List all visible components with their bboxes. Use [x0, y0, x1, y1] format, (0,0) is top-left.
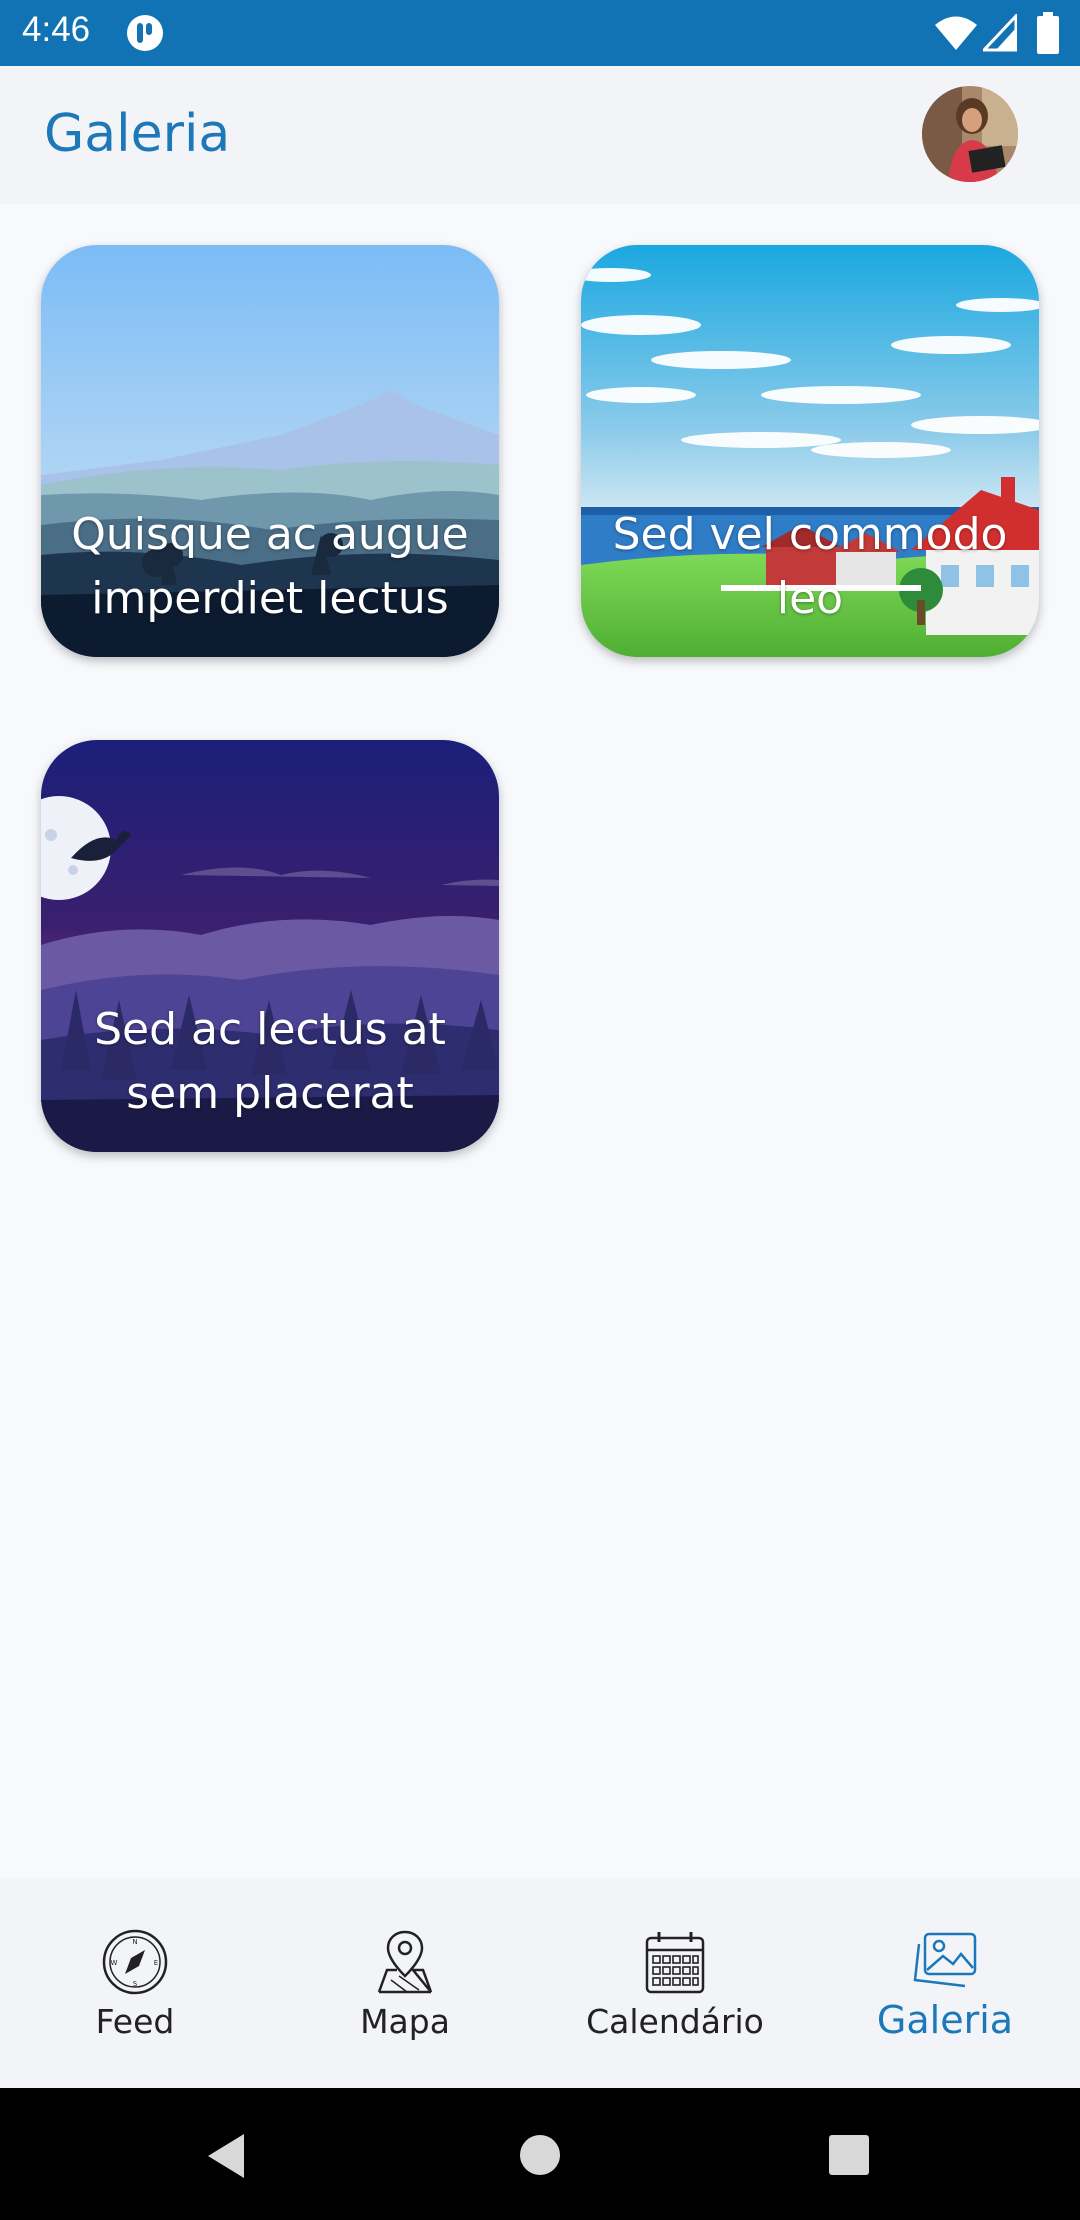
nav-label-mapa: Mapa	[360, 2002, 450, 2041]
map-pin-icon	[377, 1930, 433, 1994]
nav-label-feed: Feed	[95, 2002, 175, 2041]
page-title: Galeria	[44, 104, 231, 164]
system-nav-bar	[0, 2088, 1080, 2220]
gallery-card[interactable]: Sed ac lectus at sem placerat	[41, 740, 499, 1152]
recents-icon[interactable]	[828, 2134, 870, 2176]
battery-icon	[1037, 12, 1059, 54]
bottom-nav: N S W E Feed Mapa Calendário Galeria	[0, 1878, 1080, 2088]
nav-item-feed[interactable]: N S W E Feed	[0, 1878, 270, 2088]
svg-text:W: W	[111, 1959, 118, 1967]
gallery-card[interactable]: Quisque ac augue imperdiet lectus	[41, 245, 499, 657]
compass-icon: N S W E	[102, 1929, 168, 1995]
svg-text:E: E	[154, 1959, 158, 1967]
status-time: 4:46	[22, 10, 91, 49]
gallery-icon	[913, 1932, 977, 1988]
calendar-icon	[645, 1932, 705, 1994]
home-icon[interactable]	[518, 2133, 562, 2177]
avatar[interactable]	[922, 86, 1018, 182]
nav-item-galeria[interactable]: Galeria	[810, 1878, 1080, 2088]
avatar-photo	[922, 86, 1018, 182]
notification-app-icon	[127, 15, 163, 51]
card-caption: Sed ac lectus at sem placerat	[94, 1004, 446, 1119]
app-bar: Galeria	[0, 66, 1080, 204]
card-caption: Quisque ac augue imperdiet lectus	[71, 509, 469, 624]
nav-item-calendario[interactable]: Calendário	[540, 1878, 810, 2088]
back-icon[interactable]	[204, 2132, 248, 2180]
svg-text:N: N	[132, 1938, 137, 1946]
gallery-card[interactable]: Sed vel commodo leo	[581, 245, 1039, 657]
wifi-icon	[935, 16, 977, 50]
nav-item-mapa[interactable]: Mapa	[270, 1878, 540, 2088]
nav-label-galeria: Galeria	[876, 1998, 1014, 2042]
nav-label-calendario: Calendário	[586, 2002, 764, 2041]
signal-icon	[983, 14, 1017, 52]
card-caption: Sed vel commodo leo	[612, 509, 1008, 624]
status-bar: 4:46	[0, 0, 1080, 66]
svg-text:S: S	[133, 1980, 138, 1988]
